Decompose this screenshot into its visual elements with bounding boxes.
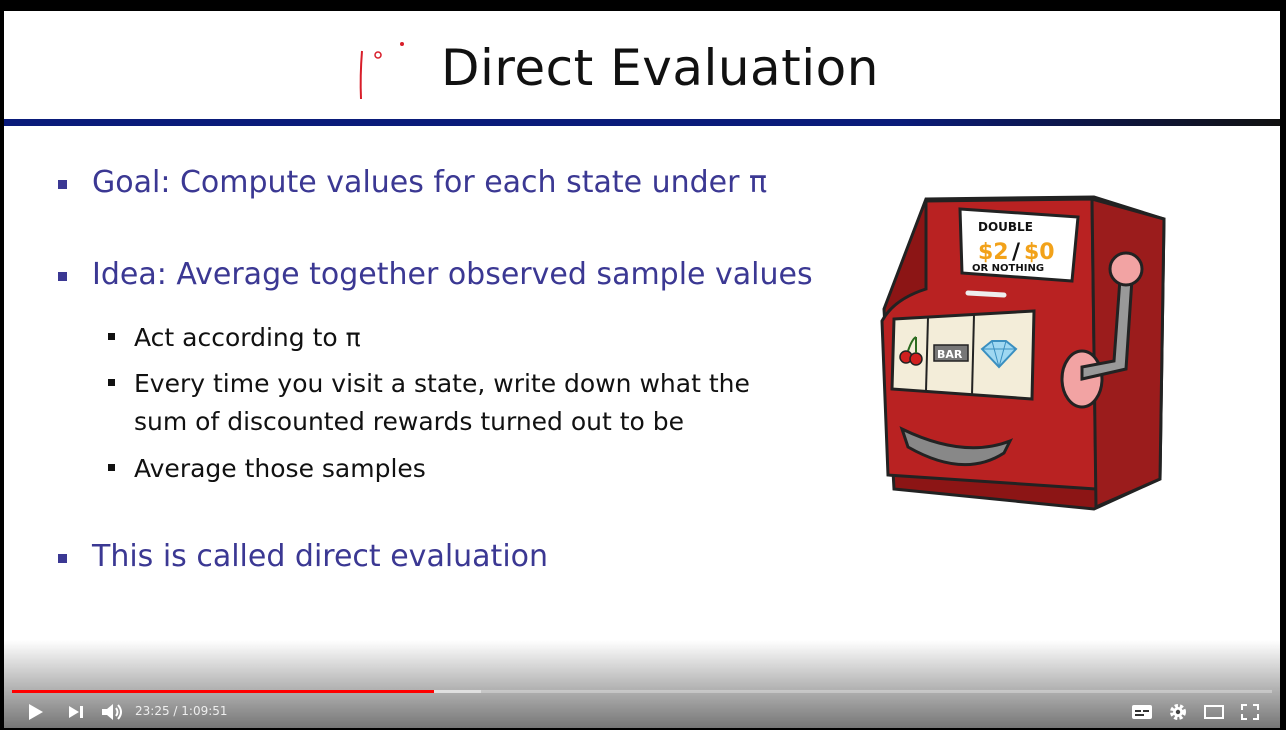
sub-bullet-marker (108, 379, 115, 386)
video-frame[interactable]: Direct Evaluation Goal: Compute values f… (0, 0, 1286, 730)
play-icon (29, 704, 43, 720)
subtitles-button[interactable] (1128, 700, 1156, 724)
sub-bullet-marker (108, 333, 115, 340)
duration: 1:09:51 (181, 704, 228, 718)
progress-bar[interactable] (12, 690, 1272, 693)
fullscreen-button[interactable] (1236, 700, 1264, 724)
sign-prize-2: $0 (1024, 240, 1055, 265)
settings-button[interactable] (1164, 700, 1192, 724)
play-button[interactable] (22, 700, 50, 724)
sign-line-1: DOUBLE (978, 220, 1033, 234)
sign-slash: / (1012, 240, 1021, 265)
current-time: 23:25 (135, 704, 170, 718)
sub-bullet-marker (108, 464, 115, 471)
sign-line-3: OR NOTHING (972, 263, 1044, 274)
volume-button[interactable] (98, 700, 126, 724)
theater-mode-button[interactable] (1200, 700, 1228, 724)
svg-text:BAR: BAR (937, 348, 963, 361)
next-button[interactable] (62, 700, 90, 724)
volume-icon (102, 704, 122, 720)
slot-machine-illustration: DOUBLE $2 / $0 OR NOTHING BAR (880, 195, 1166, 511)
bullet-marker (58, 272, 67, 281)
next-icon (69, 706, 83, 718)
time-separator: / (169, 704, 182, 718)
played-bar (12, 690, 435, 693)
gear-icon (1170, 704, 1186, 720)
title-divider (4, 119, 1280, 126)
slide-title: Direct Evaluation (441, 39, 879, 97)
bullet-marker (58, 554, 67, 563)
bar-symbol-icon: BAR (933, 344, 969, 362)
subtitles-icon (1132, 705, 1152, 719)
bullet-marker (58, 180, 67, 189)
theater-icon (1204, 705, 1224, 719)
fullscreen-icon (1241, 704, 1259, 720)
slide: Direct Evaluation Goal: Compute values f… (4, 11, 1280, 728)
time-display: 23:25 / 1:09:51 (135, 704, 228, 718)
sign-prize-1: $2 (978, 240, 1009, 265)
